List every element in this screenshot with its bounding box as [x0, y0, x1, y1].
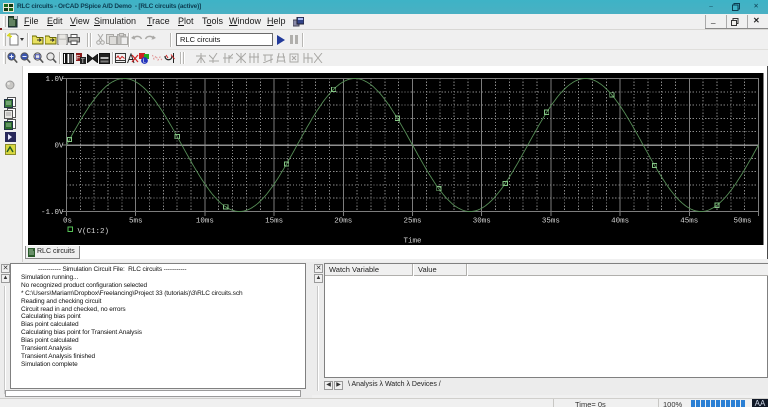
- svg-text:0V: 0V: [54, 143, 64, 151]
- svg-text:T: T: [81, 59, 85, 64]
- svg-text:35ms: 35ms: [542, 218, 560, 226]
- svg-text:45ms: 45ms: [680, 218, 698, 226]
- svg-text:-1.0V: -1.0V: [41, 209, 64, 217]
- svg-text:25ms: 25ms: [403, 218, 421, 226]
- svg-text:0s: 0s: [63, 218, 72, 226]
- svg-text:40ms: 40ms: [611, 218, 629, 226]
- svg-text:F: F: [76, 55, 80, 62]
- svg-text:5ms: 5ms: [129, 218, 143, 226]
- svg-text:Time: Time: [403, 238, 421, 246]
- svg-text:20ms: 20ms: [334, 218, 352, 226]
- svg-text:L: L: [143, 59, 146, 64]
- svg-text:1.0V: 1.0V: [45, 76, 64, 84]
- svg-text:V(C1:2): V(C1:2): [78, 228, 110, 236]
- svg-text:15ms: 15ms: [265, 218, 283, 226]
- svg-text:10ms: 10ms: [196, 218, 214, 226]
- svg-text:50ms: 50ms: [733, 218, 751, 226]
- svg-text:30ms: 30ms: [473, 218, 491, 226]
